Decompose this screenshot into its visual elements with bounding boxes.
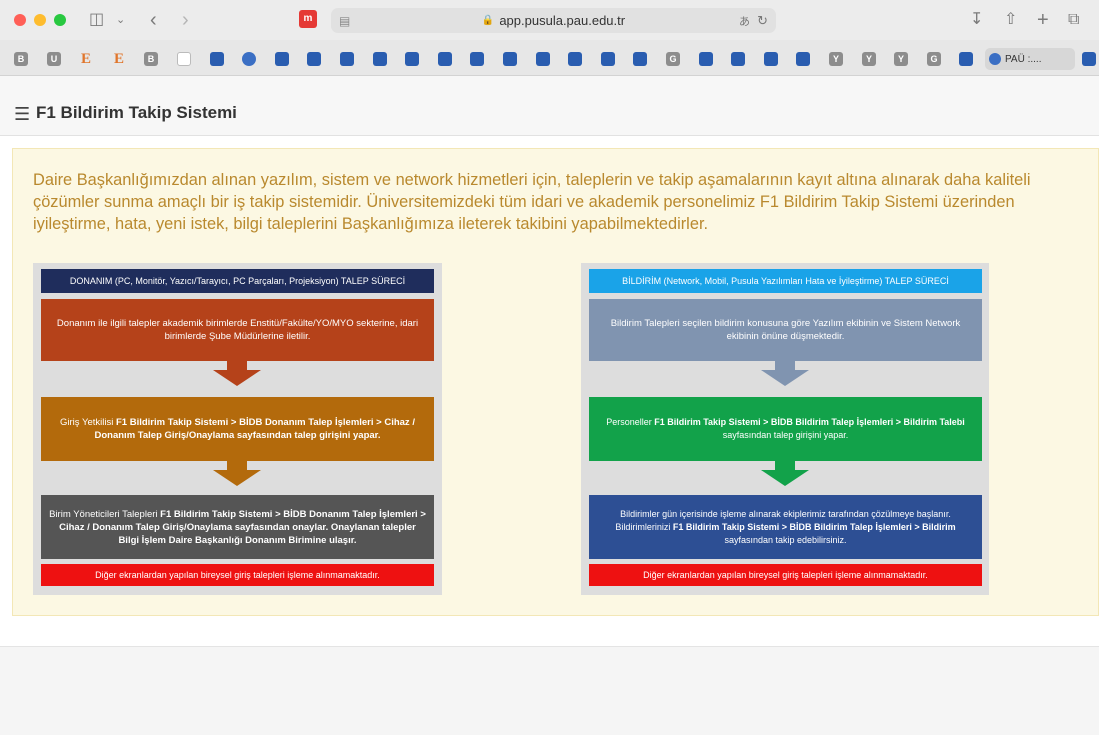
page-header: ☰ F1 Bildirim Takip Sistemi	[0, 76, 1099, 136]
bookmark-icon[interactable]	[210, 52, 224, 66]
page-footer	[0, 646, 1099, 735]
chevron-down-icon[interactable]: ⌄	[116, 10, 125, 30]
bookmark-icon[interactable]	[242, 52, 256, 66]
bookmark-pau-label: PAÜ :....	[1005, 53, 1042, 65]
info-notice: Daire Başkanlığımızdan alınan yazılım, s…	[12, 148, 1099, 616]
bildirim-step-3: Bildirimler gün içerisinde işleme alınar…	[589, 495, 982, 559]
bookmark-icon[interactable]: B	[144, 52, 158, 66]
bookmark-icon[interactable]	[470, 52, 484, 66]
donanim-arrow-2-icon	[213, 470, 261, 486]
maximize-window-button[interactable]	[54, 14, 66, 26]
url-text[interactable]: app.pusula.pau.edu.tr	[499, 13, 625, 28]
bildirim-arrow-1-icon	[761, 370, 809, 386]
bookmark-icon[interactable]	[340, 52, 354, 66]
bookmark-icon[interactable]: B	[14, 52, 28, 66]
bildirim-arrow-2-icon	[761, 470, 809, 486]
translate-icon[interactable]: あ	[739, 13, 750, 29]
donanim-footer: Diğer ekranlardan yapılan bireysel giriş…	[41, 564, 434, 586]
donanim-step-3: Birim Yöneticileri Talepleri F1 Bildirim…	[41, 495, 434, 559]
tab-overview-icon[interactable]: ⧉	[1068, 10, 1079, 30]
bookmark-icon[interactable]	[568, 52, 582, 66]
donanim-step-3-pre: Birim Yöneticileri Talepleri	[49, 508, 161, 520]
hamburger-icon[interactable]: ☰	[14, 104, 30, 124]
bildirim-footer: Diğer ekranlardan yapılan bireysel giriş…	[589, 564, 982, 586]
bildirim-step-2-post: sayfasından talep girişini yapar.	[722, 430, 849, 440]
bookmark-icon[interactable]	[177, 52, 191, 66]
donanim-step-2-bold: F1 Bildirim Takip Sistemi > BİDB Donanım…	[94, 417, 415, 441]
bookmark-icon[interactable]	[959, 52, 973, 66]
bookmark-icon[interactable]	[503, 52, 517, 66]
extension-icon[interactable]: m	[299, 10, 317, 28]
bookmark-icon[interactable]: E	[79, 52, 93, 67]
bookmark-icon[interactable]	[275, 52, 289, 66]
browser-titlebar: ◫ ⌄ ‹ › m ▤ 🔒 app.pusula.pau.edu.tr あ ↻ …	[0, 0, 1099, 40]
bookmark-icon[interactable]: U	[47, 52, 61, 66]
bookmark-icon[interactable]: E	[112, 52, 126, 67]
donanim-step-1: Donanım ile ilgili talepler akademik bir…	[41, 299, 434, 361]
bookmark-icon[interactable]	[699, 52, 713, 66]
bookmark-icon[interactable]	[796, 52, 810, 66]
bookmarks-bar: B U E E B G Y Y Y G PAÜ :....	[0, 40, 1099, 76]
donanim-arrow-1-icon	[213, 370, 261, 386]
window-controls	[14, 14, 66, 26]
donanim-step-2: Giriş Yetkilisi F1 Bildirim Takip Sistem…	[41, 397, 434, 461]
back-icon[interactable]: ‹	[150, 10, 157, 30]
bildirim-flowchart: BİLDİRİM (Network, Mobil, Pusula Yazılım…	[581, 263, 989, 595]
bookmark-icon[interactable]: Y	[894, 52, 908, 66]
bookmark-pau[interactable]: PAÜ :....	[985, 48, 1075, 70]
intro-text: Daire Başkanlığımızdan alınan yazılım, s…	[33, 171, 1031, 233]
bookmark-icon[interactable]: G	[927, 52, 941, 66]
bildirim-step-3-post: sayfasından takip edebilirsiniz.	[724, 534, 847, 545]
bookmark-icon[interactable]	[405, 52, 419, 66]
share-icon[interactable]: ⇧	[1004, 10, 1017, 30]
bookmark-icon[interactable]	[307, 52, 321, 66]
bookmark-icon[interactable]	[438, 52, 452, 66]
new-tab-icon[interactable]: +	[1037, 10, 1049, 30]
bildirim-title: BİLDİRİM (Network, Mobil, Pusula Yazılım…	[589, 269, 982, 293]
page-title: F1 Bildirim Takip Sistemi	[36, 103, 237, 122]
lock-icon: 🔒	[481, 15, 495, 26]
minimize-window-button[interactable]	[34, 14, 46, 26]
reader-icon[interactable]: ▤	[339, 14, 350, 28]
forward-icon[interactable]: ›	[182, 10, 189, 30]
bookmark-icon[interactable]	[633, 52, 647, 66]
bookmark-icon[interactable]	[731, 52, 745, 66]
close-window-button[interactable]	[14, 14, 26, 26]
bildirim-step-2: Personeller F1 Bildirim Takip Sistemi > …	[589, 397, 982, 461]
bookmark-icon[interactable]: Y	[862, 52, 876, 66]
bookmark-icon[interactable]	[601, 52, 615, 66]
bookmark-icon[interactable]	[373, 52, 387, 66]
bookmark-icon[interactable]	[536, 52, 550, 66]
bildirim-step-1: Bildirim Talepleri seçilen bildirim konu…	[589, 299, 982, 361]
donanim-flowchart: DONANIM (PC, Monitör, Yazıcı/Tarayıcı, P…	[33, 263, 442, 595]
compass-icon	[989, 53, 1001, 65]
bildirim-step-2-pre: Personeller	[606, 417, 655, 427]
donanim-title: DONANIM (PC, Monitör, Yazıcı/Tarayıcı, P…	[41, 269, 434, 293]
bildirim-step-2-bold: F1 Bildirim Takip Sistemi > BİDB Bildiri…	[654, 417, 965, 427]
bookmark-icon[interactable]	[764, 52, 778, 66]
bookmark-icon[interactable]: G	[666, 52, 680, 66]
bookmark-icon[interactable]	[1082, 52, 1096, 66]
download-icon[interactable]: ↧	[970, 10, 983, 30]
page: ☰ F1 Bildirim Takip Sistemi Daire Başkan…	[0, 76, 1099, 735]
bookmark-icon[interactable]: Y	[829, 52, 843, 66]
address-bar[interactable]: ▤ 🔒 app.pusula.pau.edu.tr あ ↻	[331, 8, 776, 33]
sidebar-toggle-icon[interactable]: ◫	[89, 10, 104, 30]
reload-icon[interactable]: ↻	[757, 13, 768, 29]
bildirim-step-3-bold: F1 Bildirim Takip Sistemi > BİDB Bildiri…	[672, 521, 956, 532]
donanim-step-2-pre: Giriş Yetkilisi	[60, 417, 116, 428]
